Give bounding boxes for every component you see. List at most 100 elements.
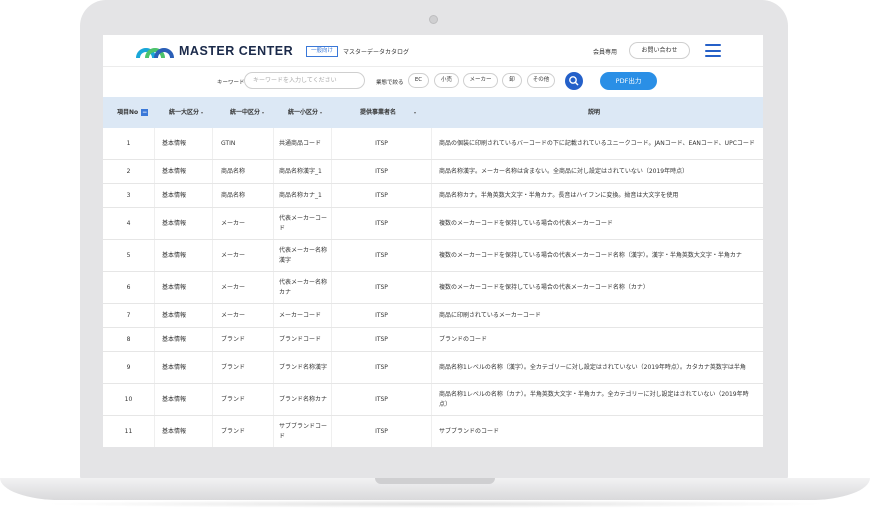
cell-middle: メーカー: [213, 208, 274, 239]
cell-item-no: 10: [103, 384, 155, 415]
cell-description: 商品に印刷されているメーカーコード: [439, 311, 541, 319]
cell-middle: メーカー: [213, 240, 274, 271]
table-row[interactable]: 2 基本情報 商品名称 商品名称漢字_1 ITSP 商品名称漢字。メーカー名称は含まない。…: [103, 160, 763, 184]
cell-major: 基本情報: [155, 184, 213, 207]
cell-minor: 商品名称漢字_1: [274, 160, 332, 183]
cell-provider: ITSP: [332, 384, 432, 415]
narrow-label: 業態で絞る: [376, 80, 404, 86]
cell-description: ブランドのコード: [439, 335, 488, 343]
table-row[interactable]: 8 基本情報 ブランド ブランドコード ITSP ブランドのコード: [103, 328, 763, 352]
screen: MASTER CENTER 一般向け マスターデータカタログ 会員専用 お問い合…: [103, 35, 763, 447]
hamburger-icon[interactable]: [705, 44, 721, 57]
cell-item-no: 9: [103, 352, 155, 383]
cell-minor: ブランド名称カナ: [274, 384, 332, 415]
table-row[interactable]: 5 基本情報 メーカー 代表メーカー名称漢字 ITSP 複数のメーカーコードを保持している…: [103, 240, 763, 272]
col-provider[interactable]: 提供事業者名 ▾: [360, 97, 416, 128]
cell-description: 商品名称1レベルの名称（漢字）。全カテゴリーに対し設定はされていない（2019年…: [439, 363, 746, 371]
cell-item-no: 3: [103, 184, 155, 207]
chip-maker[interactable]: メーカー: [463, 73, 498, 88]
brand-name[interactable]: MASTER CENTER: [179, 44, 293, 58]
search-bar: キーワード 業態で絞る EC 小売 メーカー 卸 その他 PDF出力: [103, 68, 763, 96]
cell-middle: ブランド: [213, 416, 274, 447]
col-minor[interactable]: 統一小区分 ▾: [288, 97, 322, 128]
keyword-input[interactable]: [244, 72, 365, 89]
cell-item-no: 4: [103, 208, 155, 239]
cell-description: 複数のメーカーコードを保持している場合の代表メーカーコード名称（カナ）: [439, 283, 649, 291]
cell-description: 複数のメーカーコードを保持している場合の代表メーカーコード名称（漢字）。漢字・半…: [439, 251, 742, 259]
cell-minor: 商品名称カナ_1: [274, 184, 332, 207]
pdf-export-button[interactable]: PDF出力: [600, 72, 657, 90]
search-button[interactable]: [565, 72, 583, 90]
cell-item-no: 7: [103, 304, 155, 327]
cell-middle: メーカー: [213, 272, 274, 303]
cell-provider: ITSP: [332, 304, 432, 327]
table-row[interactable]: 11 基本情報 ブランド サブブランドコード ITSP サブブランドのコード: [103, 416, 763, 447]
chevron-down-icon: ▾: [320, 110, 323, 115]
audience-badge: 一般向け: [306, 46, 339, 57]
table-row[interactable]: 9 基本情報 ブランド ブランド名称漢字 ITSP 商品名称1レベルの名称（漢字）。全カテ…: [103, 352, 763, 384]
chip-wholesale[interactable]: 卸: [502, 73, 522, 88]
cell-major: 基本情報: [155, 160, 213, 183]
cell-middle: ブランド: [213, 352, 274, 383]
table-row[interactable]: 3 基本情報 商品名称 商品名称カナ_1 ITSP 商品名称カナ。半角英数大文字・半角カナ…: [103, 184, 763, 208]
chevron-down-icon: ▾: [201, 110, 204, 115]
cell-minor: メーカーコード: [274, 304, 332, 327]
table-row[interactable]: 6 基本情報 メーカー 代表メーカー名称カナ ITSP 複数のメーカーコードを保持している…: [103, 272, 763, 304]
cell-minor: 代表メーカー名称カナ: [274, 272, 332, 303]
cell-middle: ブランド: [213, 328, 274, 351]
cell-provider: ITSP: [332, 352, 432, 383]
cell-major: 基本情報: [155, 384, 213, 415]
cell-minor: 共通商品コード: [274, 128, 332, 159]
table-row[interactable]: 1 基本情報 GTIN 共通商品コード ITSP 商品の個装に印刷されているバーコードの下…: [103, 128, 763, 160]
cell-description: 複数のメーカーコードを保持している場合の代表メーカーコード: [439, 219, 613, 227]
cell-description: 商品名称1レベルの名称（カナ）。半角英数大文字・半角カナ。全カテゴリーに対し設定…: [439, 390, 749, 408]
cell-minor: ブランドコード: [274, 328, 332, 351]
table-row[interactable]: 4 基本情報 メーカー 代表メーカーコード ITSP 複数のメーカーコードを保持している場…: [103, 208, 763, 240]
keyword-label: キーワード: [217, 80, 245, 86]
chevron-down-icon: ▾: [262, 110, 265, 115]
laptop-notch: [375, 478, 495, 484]
cell-description: 商品名称漢字。メーカー名称は含まない。全商品に対し設定はされていない（2019年…: [439, 167, 689, 175]
cell-middle: ブランド: [213, 384, 274, 415]
col-major[interactable]: 統一大区分 ▾: [169, 97, 203, 128]
cell-item-no: 5: [103, 240, 155, 271]
chevron-down-icon: ▾: [414, 110, 417, 115]
contact-button[interactable]: お問い合わせ: [629, 42, 690, 59]
chip-retail[interactable]: 小売: [434, 73, 459, 88]
search-icon: [569, 76, 579, 86]
chip-other[interactable]: その他: [527, 73, 555, 88]
col-description: 説明: [588, 109, 601, 116]
cell-provider: ITSP: [332, 416, 432, 447]
table-row[interactable]: 10 基本情報 ブランド ブランド名称カナ ITSP 商品名称1レベルの名称（カナ）。半角…: [103, 384, 763, 416]
cell-minor: ブランド名称漢字: [274, 352, 332, 383]
cell-provider: ITSP: [332, 208, 432, 239]
chip-ec[interactable]: EC: [408, 73, 429, 88]
cell-provider: ITSP: [332, 328, 432, 351]
sort-toggle-icon[interactable]: −: [141, 109, 149, 116]
site-header: MASTER CENTER 一般向け マスターデータカタログ 会員専用 お問い合…: [103, 35, 763, 67]
cell-provider: ITSP: [332, 240, 432, 271]
cell-major: 基本情報: [155, 240, 213, 271]
cell-description: 商品の個装に印刷されているバーコードの下に記載されているユニークコード。JANコ…: [439, 139, 755, 147]
cell-minor: サブブランドコード: [274, 416, 332, 447]
cell-provider: ITSP: [332, 184, 432, 207]
cell-major: 基本情報: [155, 416, 213, 447]
col-item-no[interactable]: 項目No −: [117, 97, 149, 128]
cell-middle: 商品名称: [213, 160, 274, 183]
cell-description: 商品名称カナ。半角英数大文字・半角カナ。長音はハイフンに変換。拗音は大文字を使用: [439, 191, 679, 199]
cell-item-no: 6: [103, 272, 155, 303]
cell-item-no: 8: [103, 328, 155, 351]
cell-provider: ITSP: [332, 128, 432, 159]
camera-icon: [429, 15, 438, 24]
table-row[interactable]: 7 基本情報 メーカー メーカーコード ITSP 商品に印刷されているメーカーコード: [103, 304, 763, 328]
col-middle[interactable]: 統一中区分 ▾: [230, 97, 264, 128]
members-link[interactable]: 会員専用: [593, 47, 617, 56]
cell-major: 基本情報: [155, 352, 213, 383]
cell-provider: ITSP: [332, 272, 432, 303]
cell-major: 基本情報: [155, 208, 213, 239]
cell-middle: 商品名称: [213, 184, 274, 207]
cell-middle: GTIN: [213, 128, 274, 159]
cell-major: 基本情報: [155, 272, 213, 303]
cell-middle: メーカー: [213, 304, 274, 327]
cell-description: サブブランドのコード: [439, 427, 500, 435]
